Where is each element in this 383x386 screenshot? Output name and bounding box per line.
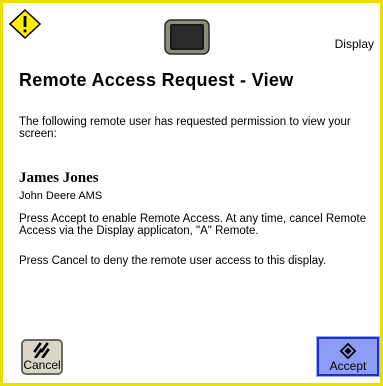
remote-user-organization: John Deere AMS <box>19 190 103 202</box>
remote-user-name: James Jones <box>19 170 99 186</box>
page-title: Remote Access Request - View <box>19 70 294 90</box>
warning-icon <box>9 9 41 39</box>
header-label: Display <box>334 37 374 51</box>
intro-text: The following remote user has requested … <box>19 116 351 140</box>
accept-button[interactable]: Accept <box>316 336 380 377</box>
cancel-icon <box>33 342 50 358</box>
accept-button-label: Accept <box>329 359 367 373</box>
cancel-instructions: Press Cancel to deny the remote user acc… <box>19 255 327 267</box>
cancel-button-label: Cancel <box>23 358 61 372</box>
accept-icon <box>339 343 357 359</box>
header-bar: Display <box>6 6 377 61</box>
accept-instructions: Press Accept to enable Remote Access. At… <box>19 213 367 237</box>
cancel-button[interactable]: Cancel <box>21 339 63 375</box>
dialog-frame: Display Remote Access Request - View The… <box>0 0 383 386</box>
display-terminal-icon <box>164 19 210 55</box>
